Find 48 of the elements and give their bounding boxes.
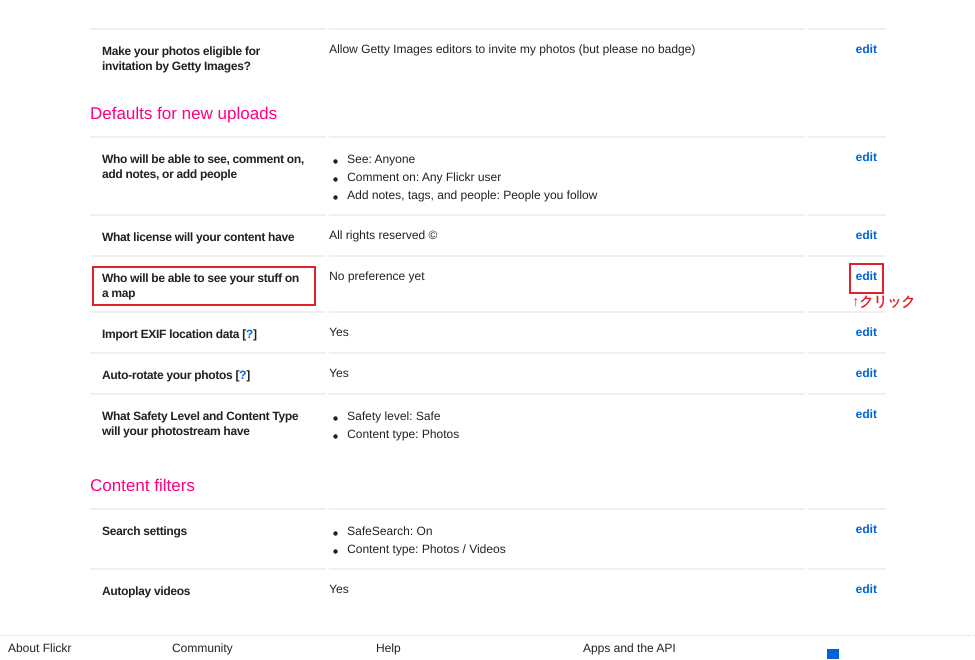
edit-link[interactable]: edit [848, 36, 884, 67]
edit-link[interactable]: edit [848, 576, 884, 607]
value-text: Content type: Photos [347, 426, 460, 443]
setting-label: Who will be able to see your stuff on a map [92, 266, 316, 306]
value-text: Yes [329, 582, 350, 597]
edit-link[interactable]: edit [848, 222, 884, 253]
edit-link[interactable]: edit [848, 516, 884, 547]
edit-link[interactable]: edit [848, 319, 884, 350]
bullet-icon [333, 547, 338, 552]
square-icon [827, 649, 839, 659]
setting-label: What license will your content have [101, 229, 296, 246]
setting-label: Who will be able to see, comment on, add notes, or add people [101, 151, 305, 183]
help-link[interactable]: ? [239, 368, 246, 382]
value-text: Yes [329, 325, 350, 340]
value-text: Comment on: Any Flickr user [347, 169, 502, 186]
setting-label: Import EXIF location data [?] [101, 326, 258, 343]
annotation-text: ↑クリック [852, 293, 916, 309]
footer-link[interactable]: About Flickr [8, 641, 172, 659]
section-heading: Defaults for new uploads [90, 104, 278, 124]
setting-label: Make your photos eligible for invitation by Getty Images? [101, 43, 262, 75]
footer-link[interactable]: Community [172, 641, 376, 659]
footer-link[interactable]: Apps and the API [583, 641, 827, 659]
bullet-icon [333, 157, 338, 162]
value-text: Yes [329, 366, 350, 381]
edit-link[interactable]: edit [848, 263, 884, 294]
value-text: Allow Getty Images editors to invite my photos (but please no badge) [329, 42, 696, 57]
value-text: Add notes, tags, and people: People you follow [347, 187, 598, 204]
edit-link[interactable]: edit [848, 360, 884, 391]
value-text: No preference yet [329, 269, 426, 284]
value-text: Content type: Photos / Videos [347, 541, 506, 558]
setting-label: What Safety Level and Content Type will your photostream have [101, 408, 300, 440]
setting-label: Search settings [101, 523, 188, 540]
section-heading: Content filters [90, 476, 196, 496]
bullet-icon [333, 414, 338, 419]
value-text: All rights reserved © [329, 228, 438, 243]
edit-link[interactable]: edit [848, 401, 884, 432]
setting-label: Auto-rotate your photos [?] [101, 367, 251, 384]
value-text: See: Anyone [347, 151, 416, 168]
value-text: SafeSearch: On [347, 523, 433, 540]
setting-label: Autoplay videos [101, 583, 192, 600]
edit-link[interactable]: edit [848, 144, 884, 175]
footer-link[interactable]: Help [376, 641, 583, 659]
bullet-icon [333, 529, 338, 534]
bullet-icon [333, 175, 338, 180]
bullet-icon [333, 432, 338, 437]
bullet-icon [333, 193, 338, 198]
help-link[interactable]: ? [246, 327, 253, 341]
value-text: Safety level: Safe [347, 408, 441, 425]
